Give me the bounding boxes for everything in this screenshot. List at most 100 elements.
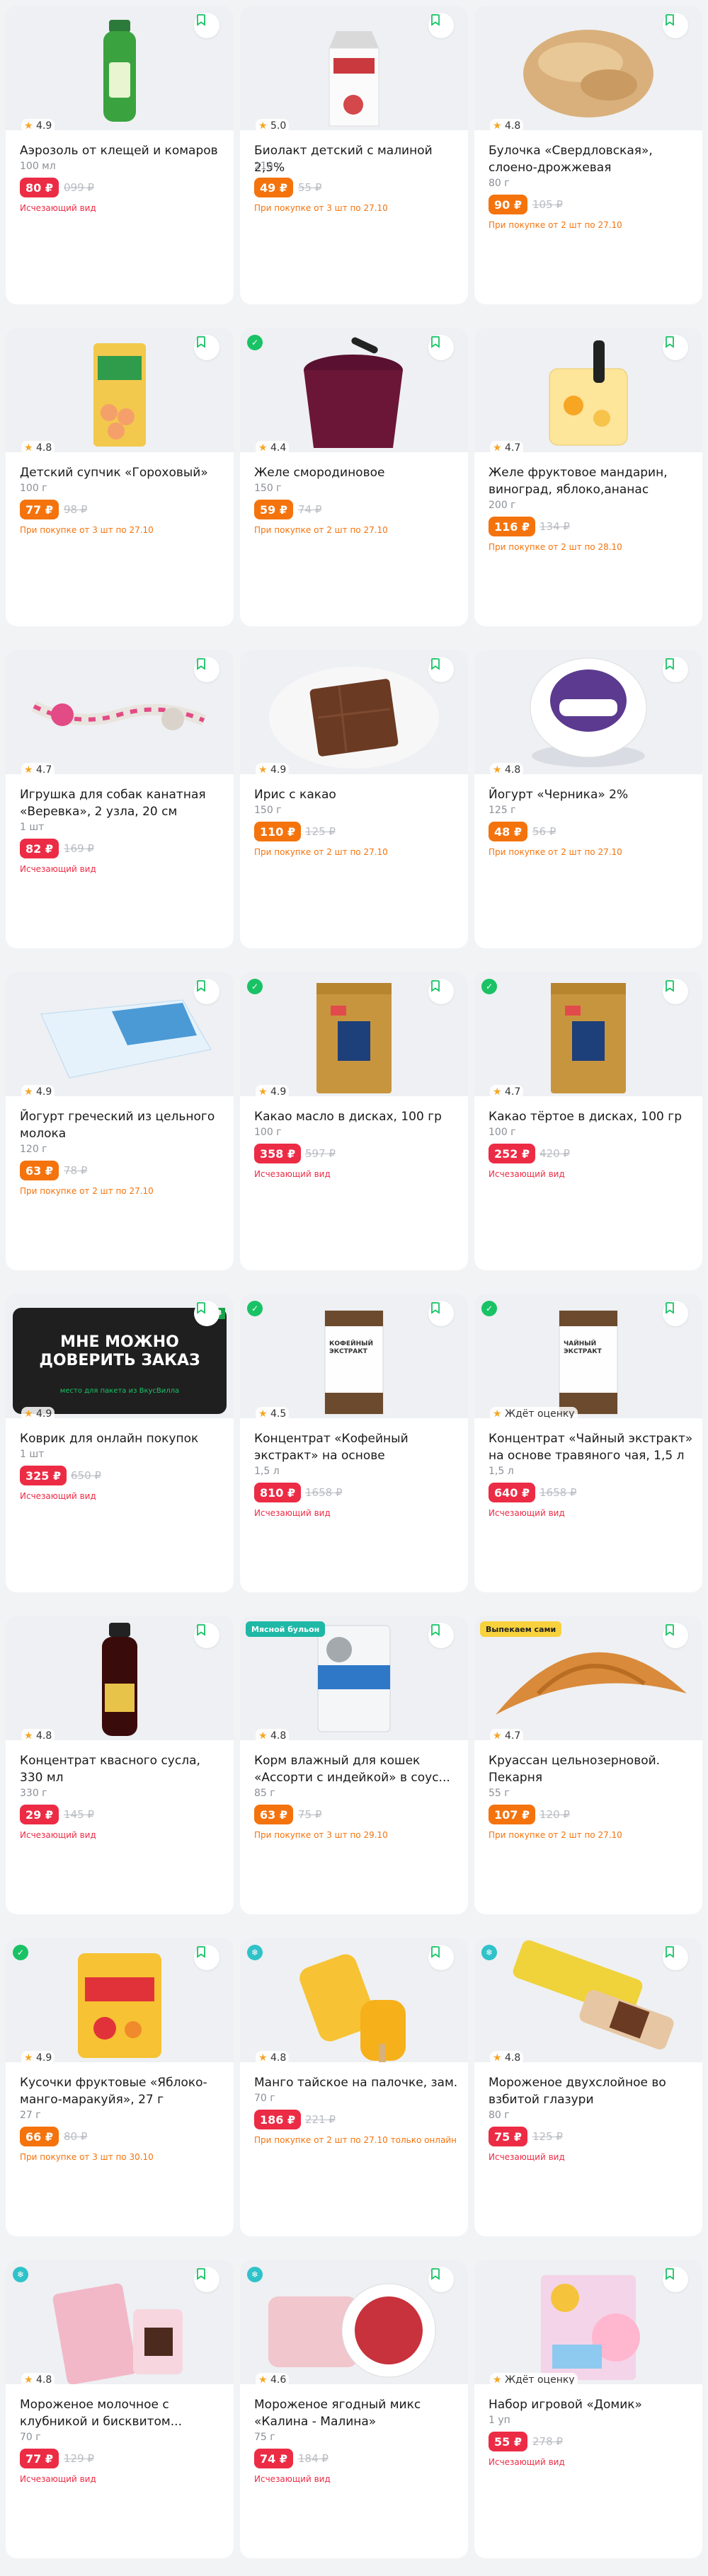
product-image[interactable]: ★ 4.9 bbox=[6, 6, 234, 130]
product-image[interactable]: ★ 5.0 bbox=[240, 6, 468, 130]
product-title[interactable]: Желе фруктовое мандарин, виноград, яблок… bbox=[489, 464, 694, 498]
favorite-button[interactable] bbox=[663, 335, 688, 360]
rating: ★ 4.8 bbox=[21, 2373, 55, 2384]
product-card[interactable]: МНЕ МОЖНО ДОВЕРИТЬ ЗАКАЗ место для пакета … bbox=[6, 1294, 234, 1592]
favorite-button[interactable] bbox=[428, 979, 454, 1004]
product-title[interactable]: Манго тайское на палочке, зам. bbox=[254, 2074, 459, 2091]
product-title[interactable]: Концентрат «Чайный экстракт» на основе т… bbox=[489, 1430, 694, 1464]
favorite-button[interactable] bbox=[194, 1623, 219, 1648]
product-card[interactable]: ★ Ждёт оценку Набор игровой «Домик» 1 уп 55… bbox=[474, 2260, 702, 2558]
product-image[interactable]: ★ 4.8 bbox=[6, 1616, 234, 1740]
product-image[interactable]: ❄ ★ 4.8 bbox=[6, 2260, 234, 2384]
product-card[interactable]: ★ 5.0 Биолакт детский с малиной 2,5% 210 г… bbox=[240, 6, 468, 304]
product-card[interactable]: ❄ ★ 4.8 Манго тайское на палочке, зам. 70 г… bbox=[240, 1938, 468, 2236]
favorite-button[interactable] bbox=[194, 13, 219, 38]
product-image[interactable]: ЧАЙНЫЙ ЭКСТРАКТ ✓ ★ Ждёт оценку bbox=[474, 1294, 702, 1418]
product-title[interactable]: Мороженое ягодный микс «Калина - Малина» bbox=[254, 2396, 459, 2430]
product-card[interactable]: ❄ ★ 4.8 Мороженое двухслойное во взбитой г… bbox=[474, 1938, 702, 2236]
favorite-button[interactable] bbox=[663, 1301, 688, 1326]
product-card[interactable]: ★ 4.8 Детский супчик «Гороховый» 100 г 77 ₽… bbox=[6, 328, 234, 626]
product-card[interactable]: ✓ ★ 4.9 Кусочки фруктовые «Яблоко-манго-ма… bbox=[6, 1938, 234, 2236]
star-icon: ★ bbox=[24, 1730, 33, 1740]
product-image[interactable]: МНЕ МОЖНО ДОВЕРИТЬ ЗАКАЗ место для пакета … bbox=[6, 1294, 234, 1418]
product-title[interactable]: Йогурт «Черника» 2% bbox=[489, 786, 694, 803]
favorite-button[interactable] bbox=[663, 13, 688, 38]
favorite-button[interactable] bbox=[428, 13, 454, 38]
favorite-button[interactable] bbox=[194, 657, 219, 682]
product-title[interactable]: Концентрат «Кофейный экстракт» на основе… bbox=[254, 1430, 459, 1464]
product-card[interactable]: ✓ ★ 4.7 Какао тёртое в дисках, 100 гр 100 г… bbox=[474, 972, 702, 1270]
product-card[interactable]: Мясной бульон ★ 4.8 Корм влажный для кошек… bbox=[240, 1616, 468, 1914]
favorite-button[interactable] bbox=[663, 2267, 688, 2292]
favorite-button[interactable] bbox=[663, 657, 688, 682]
product-image[interactable]: ✓ ★ 4.7 bbox=[474, 972, 702, 1096]
product-title[interactable]: Набор игровой «Домик» bbox=[489, 2396, 694, 2413]
product-card[interactable]: ★ 4.8 Йогурт «Черника» 2% 125 г 48 ₽ 56 ₽ При… bbox=[474, 650, 702, 948]
product-image[interactable]: КОФЕЙНЫЙ ЭКСТРАКТ ✓ ★ 4.5 bbox=[240, 1294, 468, 1418]
product-title[interactable]: Какао масло в дисках, 100 гр bbox=[254, 1108, 459, 1125]
product-image[interactable]: ❄ ★ 4.6 bbox=[240, 2260, 468, 2384]
favorite-button[interactable] bbox=[194, 1945, 219, 1970]
product-card[interactable]: ЧАЙНЫЙ ЭКСТРАКТ ✓ ★ Ждёт оценку Концентрат … bbox=[474, 1294, 702, 1592]
favorite-button[interactable] bbox=[663, 979, 688, 1004]
product-title[interactable]: Булочка «Свердловская», слоено-дрожжевая bbox=[489, 142, 694, 176]
product-image[interactable]: ★ 4.8 bbox=[6, 328, 234, 452]
product-image[interactable]: ✓ ★ 4.9 bbox=[240, 972, 468, 1096]
favorite-button[interactable] bbox=[428, 2267, 454, 2292]
product-image[interactable]: ✓ ★ 4.9 bbox=[6, 1938, 234, 2062]
product-image[interactable]: ★ 4.8 bbox=[474, 6, 702, 130]
favorite-button[interactable] bbox=[428, 1301, 454, 1326]
favorite-button[interactable] bbox=[194, 2267, 219, 2292]
favorite-button[interactable] bbox=[194, 1301, 219, 1326]
favorite-button[interactable] bbox=[194, 335, 219, 360]
product-card[interactable]: ❄ ★ 4.8 Мороженое молочное с клубникой и б… bbox=[6, 2260, 234, 2558]
favorite-button[interactable] bbox=[428, 335, 454, 360]
product-card[interactable]: ✓ ★ 4.9 Какао масло в дисках, 100 гр 100 г 3… bbox=[240, 972, 468, 1270]
favorite-button[interactable] bbox=[428, 1623, 454, 1648]
product-image[interactable]: ★ 4.7 bbox=[474, 328, 702, 452]
product-card[interactable]: ✓ ★ 4.4 Желе смородиновое 150 г 59 ₽ 74 ₽ При … bbox=[240, 328, 468, 626]
product-image[interactable]: ★ 4.9 bbox=[240, 650, 468, 774]
product-title[interactable]: Желе смородиновое bbox=[254, 464, 459, 481]
product-image[interactable]: Выпекаем сами ★ 4.7 bbox=[474, 1616, 702, 1740]
product-image[interactable]: ★ Ждёт оценку bbox=[474, 2260, 702, 2384]
product-card[interactable]: ★ 4.8 Концентрат квасного сусла, 330 мл 33… bbox=[6, 1616, 234, 1914]
product-image[interactable]: ★ 4.9 bbox=[6, 972, 234, 1096]
price-badge: 49 ₽ bbox=[254, 178, 293, 197]
product-title[interactable]: Игрушка для собак канатная «Веревка», 2 … bbox=[20, 786, 225, 820]
favorite-button[interactable] bbox=[194, 979, 219, 1004]
product-title[interactable]: Йогурт греческий из цельного молока bbox=[20, 1108, 225, 1142]
favorite-button[interactable] bbox=[428, 657, 454, 682]
product-title[interactable]: Мороженое молочное с клубникой и бисквит… bbox=[20, 2396, 225, 2430]
product-card[interactable]: ★ 4.8 Булочка «Свердловская», слоено-дрож… bbox=[474, 6, 702, 304]
product-title[interactable]: Кусочки фруктовые «Яблоко-манго-маракуйя… bbox=[20, 2074, 225, 2108]
product-weight: 100 г bbox=[489, 1127, 516, 1138]
product-image[interactable]: ❄ ★ 4.8 bbox=[240, 1938, 468, 2062]
product-card[interactable]: ★ 4.7 Желе фруктовое мандарин, виноград, … bbox=[474, 328, 702, 626]
product-card[interactable]: ★ 4.9 Ирис с какао 150 г 110 ₽125 ₽ При поку… bbox=[240, 650, 468, 948]
product-title[interactable]: Ирис с какао bbox=[254, 786, 459, 803]
product-image[interactable]: ✓ ★ 4.4 bbox=[240, 328, 468, 452]
product-card[interactable]: ★ 4.9 Йогурт греческий из цельного молока… bbox=[6, 972, 234, 1270]
favorite-button[interactable] bbox=[428, 1945, 454, 1970]
product-title[interactable]: Аэрозоль от клещей и комаров bbox=[20, 142, 225, 159]
product-title[interactable]: Мороженое двухслойное во взбитой глазури bbox=[489, 2074, 694, 2108]
favorite-button[interactable] bbox=[663, 1945, 688, 1970]
product-title[interactable]: Круассан цельнозерновой. Пекарня bbox=[489, 1752, 694, 1786]
product-title[interactable]: Детский супчик «Гороховый» bbox=[20, 464, 225, 481]
product-image[interactable]: ❄ ★ 4.8 bbox=[474, 1938, 702, 2062]
product-title[interactable]: Коврик для онлайн покупок bbox=[20, 1430, 225, 1447]
product-image[interactable]: ★ 4.8 bbox=[474, 650, 702, 774]
product-title[interactable]: Какао тёртое в дисках, 100 гр bbox=[489, 1108, 694, 1125]
product-image[interactable]: Мясной бульон ★ 4.8 bbox=[240, 1616, 468, 1740]
product-card[interactable]: ★ 4.7 Игрушка для собак канатная «Веревка… bbox=[6, 650, 234, 948]
favorite-button[interactable] bbox=[663, 1623, 688, 1648]
product-title[interactable]: Биолакт детский с малиной 2,5% bbox=[254, 142, 459, 176]
product-title[interactable]: Корм влажный для кошек «Ассорти с индейк… bbox=[254, 1752, 459, 1786]
product-title[interactable]: Концентрат квасного сусла, 330 мл bbox=[20, 1752, 225, 1786]
product-card[interactable]: Выпекаем сами ★ 4.7 Круассан цельнозерново… bbox=[474, 1616, 702, 1914]
product-card[interactable]: КОФЕЙНЫЙ ЭКСТРАКТ ✓ ★ 4.5 Концентрат «Кофей… bbox=[240, 1294, 468, 1592]
product-card[interactable]: ★ 4.9 Аэрозоль от клещей и комаров 100 мл 8… bbox=[6, 6, 234, 304]
product-card[interactable]: ❄ ★ 4.6 Мороженое ягодный микс «Калина - М… bbox=[240, 2260, 468, 2558]
product-image[interactable]: ★ 4.7 bbox=[6, 650, 234, 774]
